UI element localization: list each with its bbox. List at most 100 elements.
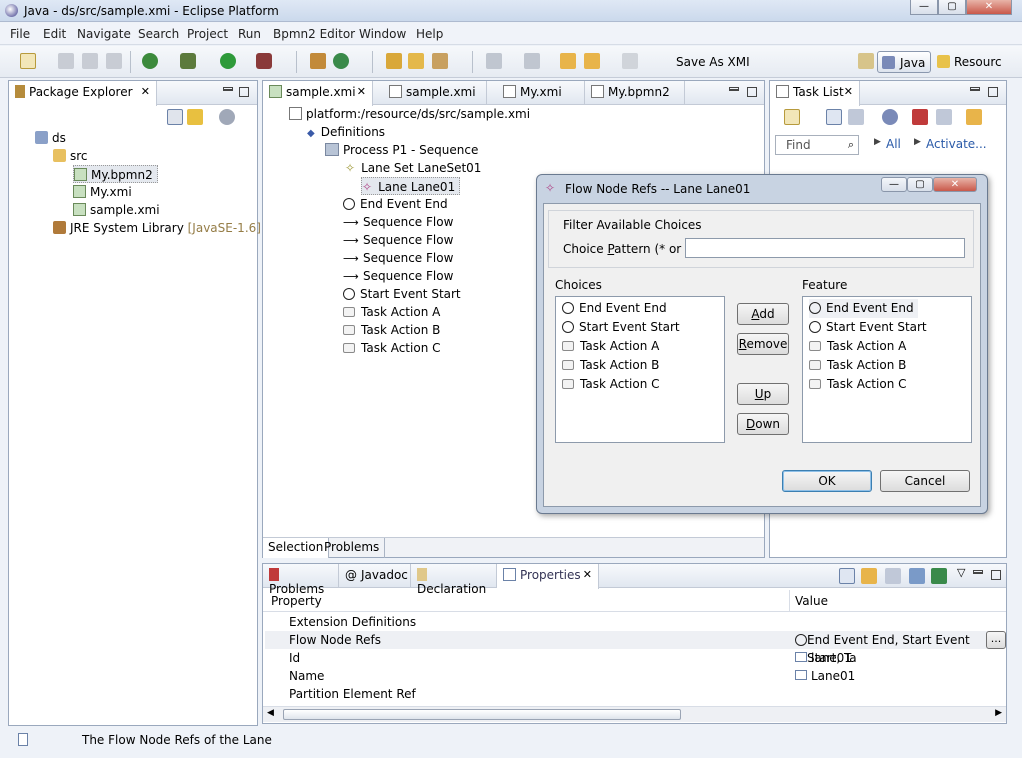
collapse-all-icon[interactable] xyxy=(167,109,183,125)
scrollbar-thumb[interactable] xyxy=(283,709,681,720)
property-row[interactable]: Partition Element Ref xyxy=(265,685,1004,703)
tree-sequence-flow-1[interactable]: ⟶ Sequence Flow xyxy=(343,213,453,231)
menu-edit[interactable]: Edit xyxy=(43,27,66,41)
forward-icon[interactable] xyxy=(622,53,638,69)
close-tab-icon[interactable]: ✕ xyxy=(141,85,150,98)
open-type-icon[interactable] xyxy=(386,53,402,69)
list-item[interactable]: Start Event Start xyxy=(809,318,927,337)
restore-default-icon[interactable] xyxy=(909,568,925,584)
scroll-right-icon[interactable]: ▶ xyxy=(995,708,1002,718)
bug-icon[interactable] xyxy=(180,53,196,69)
tree-jre-library[interactable]: JRE System Library [JavaSE-1.6] xyxy=(53,219,261,237)
tree-sequence-flow-4[interactable]: ⟶ Sequence Flow xyxy=(343,267,453,285)
property-row[interactable]: Extension Definitions xyxy=(265,613,1004,631)
link-with-editor-icon[interactable] xyxy=(187,109,203,125)
tab-problems[interactable]: Problems xyxy=(263,564,339,596)
tree-resource-root[interactable]: platform:/resource/ds/src/sample.xmi xyxy=(289,105,530,123)
edit-flow-node-refs-button[interactable]: ... xyxy=(986,631,1006,649)
horizontal-scrollbar[interactable]: ◀ ▶ xyxy=(263,706,1006,722)
java-perspective-button[interactable]: Java xyxy=(877,51,931,73)
fast-view-icon[interactable] xyxy=(18,733,28,746)
all-link[interactable]: All xyxy=(886,137,901,151)
minimize-view-icon[interactable] xyxy=(973,570,983,574)
tree-project-ds[interactable]: ds xyxy=(35,129,66,147)
tree-end-event[interactable]: End Event End xyxy=(343,195,448,213)
list-item[interactable]: Task Action A xyxy=(562,337,659,356)
save-all-icon[interactable] xyxy=(82,53,98,69)
close-button[interactable]: ✕ xyxy=(966,0,1012,15)
tree-definitions[interactable]: ◆ Definitions xyxy=(307,123,385,141)
tree-task-c[interactable]: Task Action C xyxy=(343,339,441,357)
property-row[interactable]: Id lane01 xyxy=(265,649,1004,667)
property-row-selected[interactable]: Flow Node Refs End Event End, Start Even… xyxy=(265,631,1006,665)
tab-properties[interactable]: Properties ✕ xyxy=(497,564,599,589)
menu-bpmn2-editor[interactable]: Bpmn2 Editor xyxy=(273,27,355,41)
tree-file-sample-xmi[interactable]: sample.xmi xyxy=(73,201,160,219)
tab-sample-xmi-active[interactable]: sample.xmi ✕ xyxy=(263,81,373,106)
tab-package-explorer[interactable]: Package Explorer ✕ xyxy=(9,81,157,106)
maximize-editor-icon[interactable] xyxy=(747,87,757,97)
minimize-button[interactable]: — xyxy=(910,0,938,15)
choice-pattern-input[interactable] xyxy=(685,238,965,258)
tab-my-xmi[interactable]: My.xmi xyxy=(497,81,585,105)
menu-help[interactable]: Help xyxy=(416,27,443,41)
close-tab-icon[interactable]: ✕ xyxy=(844,85,853,98)
view-menu-icon[interactable] xyxy=(219,109,235,125)
menu-project[interactable]: Project xyxy=(187,27,228,41)
menu-search[interactable]: Search xyxy=(138,27,179,41)
tab-problems-editor[interactable]: Problems xyxy=(319,538,386,558)
filter-icon[interactable] xyxy=(885,568,901,584)
feature-list[interactable]: End Event End Start Event Start Task Act… xyxy=(802,296,972,443)
menu-run[interactable]: Run xyxy=(238,27,261,41)
new-task-icon[interactable] xyxy=(784,109,800,125)
categorized-icon[interactable] xyxy=(826,109,842,125)
task-find-input[interactable]: Find ⌕ xyxy=(775,135,859,155)
open-folder-icon[interactable] xyxy=(408,53,424,69)
scroll-left-icon[interactable]: ◀ xyxy=(267,708,274,718)
resource-perspective-button[interactable]: Resourc xyxy=(934,51,1014,73)
new-icon[interactable] xyxy=(20,53,36,69)
property-row[interactable]: Name Lane01 xyxy=(265,667,1004,685)
menu-window[interactable]: Window xyxy=(359,27,406,41)
synchronize-icon[interactable] xyxy=(966,109,982,125)
cancel-button[interactable]: Cancel xyxy=(880,470,970,492)
maximize-button[interactable]: ▢ xyxy=(938,0,966,15)
print-icon[interactable] xyxy=(106,53,122,69)
tree-sequence-flow-2[interactable]: ⟶ Sequence Flow xyxy=(343,231,453,249)
tab-sample-xmi[interactable]: sample.xmi xyxy=(383,81,487,105)
close-tab-icon[interactable]: ✕ xyxy=(583,568,592,581)
view-menu-icon[interactable]: ▽ xyxy=(957,566,965,579)
ok-button[interactable]: OK xyxy=(782,470,872,492)
tab-declaration[interactable]: Declaration xyxy=(411,564,497,596)
maximize-view-icon[interactable] xyxy=(991,570,1001,580)
tree-folder-src[interactable]: src xyxy=(53,147,88,165)
list-item[interactable]: Task Action B xyxy=(562,356,659,375)
menu-navigate[interactable]: Navigate xyxy=(77,27,131,41)
focus-icon[interactable] xyxy=(882,109,898,125)
tree-file-my-bpmn2[interactable]: My.bpmn2 xyxy=(73,165,158,183)
tree-start-event[interactable]: Start Event Start xyxy=(343,285,461,303)
dialog-minimize-button[interactable]: — xyxy=(881,177,907,192)
tab-my-bpmn2[interactable]: My.bpmn2 xyxy=(585,81,685,105)
maximize-view-icon[interactable] xyxy=(239,87,249,97)
tree-lane-set[interactable]: ✧ Lane Set LaneSet01 xyxy=(345,159,481,177)
search-icon[interactable]: ⌕ xyxy=(848,138,854,152)
save-as-xmi-button[interactable]: Save As XMI xyxy=(676,55,750,69)
remove-button[interactable]: Remove xyxy=(737,333,789,355)
search-tool-icon[interactable] xyxy=(432,53,448,69)
show-advanced-icon[interactable] xyxy=(861,568,877,584)
list-item[interactable]: Task Action C xyxy=(809,375,907,394)
tree-sequence-flow-3[interactable]: ⟶ Sequence Flow xyxy=(343,249,453,267)
dialog-close-button[interactable]: ✕ xyxy=(933,177,977,192)
pin-icon[interactable] xyxy=(931,568,947,584)
save-icon[interactable] xyxy=(58,53,74,69)
remove-completed-icon[interactable] xyxy=(912,109,928,125)
tree-file-my-xmi[interactable]: My.xmi xyxy=(73,183,132,201)
list-item[interactable]: Task Action A xyxy=(809,337,906,356)
prev-annotation-icon[interactable] xyxy=(524,53,540,69)
close-tab-icon[interactable]: ✕ xyxy=(357,85,366,98)
choices-list[interactable]: End Event End Start Event Start Task Act… xyxy=(555,296,725,443)
maximize-view-icon[interactable] xyxy=(988,87,998,97)
menu-file[interactable]: File xyxy=(10,27,30,41)
minimize-view-icon[interactable] xyxy=(223,87,233,91)
